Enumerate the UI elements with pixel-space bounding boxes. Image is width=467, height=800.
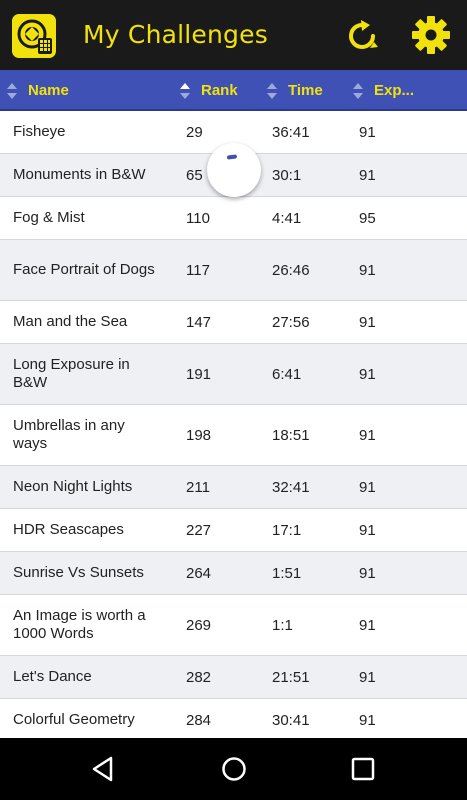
cell-time: 30:41 [272,711,310,729]
cell-rank: 269 [186,616,212,634]
cell-time: 17:1 [272,521,302,539]
cell-time: 27:56 [272,313,310,331]
cell-rank: 117 [186,261,210,279]
table-row[interactable]: Fog & Mist 110 4:41 95 [0,197,467,240]
cell-name: Long Exposure in B&W [13,356,130,391]
table-row[interactable]: Long Exposure in B&W 191 6:41 91 [0,344,467,405]
cell-name: Fog & Mist [13,209,85,226]
table-row[interactable]: Face Portrait of Dogs 117 26:46 91 [0,240,467,301]
column-header-rank[interactable]: Rank [179,70,238,111]
gear-icon [412,16,450,54]
spinner-arc-icon [226,154,238,160]
cell-exp: 91 [359,261,376,279]
cell-exp: 91 [359,616,376,634]
cell-time: 1:51 [272,564,302,582]
settings-button[interactable] [410,14,452,56]
cell-rank: 110 [186,209,210,227]
system-nav-bar [0,738,467,800]
cell-name: Fisheye [13,123,66,140]
table-row[interactable]: Neon Night Lights 211 32:41 91 [0,466,467,509]
cell-exp: 91 [359,426,376,444]
column-header-name[interactable]: Name [6,70,69,111]
home-circle-icon [222,757,246,781]
cell-exp: 91 [359,365,376,383]
sort-icon [7,82,17,99]
cell-rank: 198 [186,426,212,444]
app-bar: My Challenges [0,0,467,70]
cell-name: An Image is worth a 1000 Words [13,607,146,642]
cell-exp: 91 [359,166,376,184]
table-row[interactable]: Sunrise Vs Sunsets 264 1:51 91 [0,552,467,595]
sort-icon [353,82,363,99]
table-row[interactable]: Let's Dance 282 21:51 91 [0,656,467,699]
cell-name: Monuments in B&W [13,166,146,183]
cell-exp: 91 [359,711,376,729]
cell-rank: 282 [186,668,212,686]
cell-rank: 65 [186,166,203,184]
cell-exp: 91 [359,521,376,539]
cell-exp: 91 [359,123,376,141]
column-header-label: Name [28,82,69,99]
home-button[interactable] [219,754,249,784]
cell-exp: 91 [359,668,376,686]
cell-rank: 264 [186,564,212,582]
cell-time: 6:41 [272,365,302,383]
cell-time: 32:41 [272,478,310,496]
sort-ascending-icon [180,82,190,99]
cell-name: Face Portrait of Dogs [13,261,155,278]
cell-rank: 284 [186,711,212,729]
recents-square-icon [351,757,375,781]
cell-time: 26:46 [272,261,310,279]
back-triangle-icon [92,756,113,782]
refresh-button[interactable] [343,17,381,55]
column-header-label: Time [288,82,323,99]
cell-time: 36:41 [272,123,310,141]
cell-name: Colorful Geometry [13,711,135,728]
cell-time: 1:1 [272,616,293,634]
cell-time: 4:41 [272,209,302,227]
column-header-label: Exp... [374,82,415,99]
column-header-label: Rank [201,82,238,99]
cell-rank: 211 [186,478,210,496]
cell-rank: 29 [186,123,203,141]
table-row[interactable]: Man and the Sea 147 27:56 91 [0,301,467,344]
cell-exp: 95 [359,209,376,227]
recents-button[interactable] [348,754,378,784]
cell-exp: 91 [359,478,376,496]
cell-time: 18:51 [272,426,310,444]
challenges-table[interactable]: Fisheye 29 36:41 91 Monuments in B&W 65 … [0,111,467,738]
table-row[interactable]: HDR Seascapes 227 17:1 91 [0,509,467,552]
cell-name: Let's Dance [13,668,92,685]
table-row[interactable]: Umbrellas in any ways 198 18:51 91 [0,405,467,466]
cell-time: 30:1 [272,166,302,184]
cell-rank: 147 [186,313,212,331]
camera-logo-icon [12,14,56,58]
loading-spinner [207,143,261,197]
cell-name: HDR Seascapes [13,521,124,538]
column-header-exp[interactable]: Exp... [352,70,414,111]
cell-rank: 191 [186,365,212,383]
table-row[interactable]: An Image is worth a 1000 Words 269 1:1 9… [0,595,467,656]
cell-name: Man and the Sea [13,313,128,330]
cell-exp: 91 [359,313,376,331]
cell-name: Neon Night Lights [13,478,133,495]
cell-name: Umbrellas in any ways [13,417,125,452]
column-header-time[interactable]: Time [266,70,323,111]
cell-name: Sunrise Vs Sunsets [13,564,144,581]
table-row[interactable]: Colorful Geometry 284 30:41 91 [0,699,467,738]
back-button[interactable] [89,754,119,784]
cell-exp: 91 [359,564,376,582]
refresh-icon [349,20,378,49]
cell-rank: 227 [186,521,212,539]
page-title: My Challenges [83,20,268,49]
sort-icon [267,82,277,99]
cell-time: 21:51 [272,668,310,686]
table-header: Name Rank Time Exp... [0,70,467,111]
